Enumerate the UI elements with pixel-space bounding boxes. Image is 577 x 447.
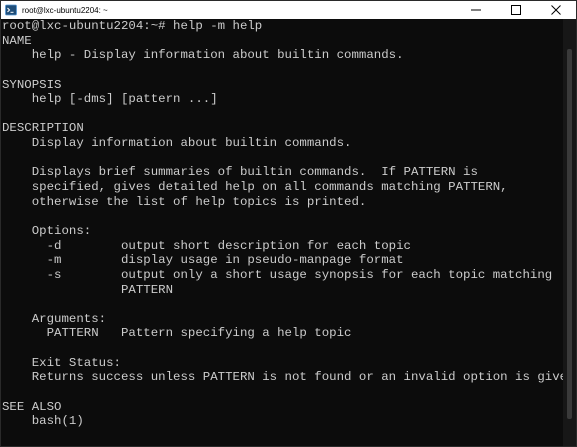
terminal-output[interactable]: root@lxc-ubuntu2204:~# help -m help NAME… <box>1 19 565 446</box>
terminal-line: PATTERN Pattern specifying a help topic <box>2 326 352 341</box>
close-icon <box>551 5 561 15</box>
scrollbar-thumb[interactable] <box>567 49 572 419</box>
terminal-line: Returns success unless PATTERN is not fo… <box>2 370 565 385</box>
title-bar[interactable]: root@lxc-ubuntu2204: ~ <box>1 1 576 19</box>
terminal-line: help - Display information about builtin… <box>2 48 404 63</box>
terminal-line: otherwise the list of help topics is pri… <box>2 194 367 209</box>
terminal-line: -m display usage in pseudo-manpage forma… <box>2 253 404 268</box>
terminal-line: DESCRIPTION <box>2 121 84 136</box>
maximize-icon <box>511 5 521 15</box>
vertical-scrollbar[interactable] <box>563 19 576 446</box>
terminal-line: help [-dms] [pattern ...] <box>2 92 218 107</box>
terminal-line: Exit Status: <box>2 355 121 370</box>
close-button[interactable] <box>536 1 576 19</box>
minimize-icon <box>471 9 481 11</box>
terminal-line: NAME <box>2 33 32 48</box>
terminal-line: Arguments: <box>2 311 107 326</box>
terminal-line: Options: <box>2 223 92 238</box>
terminal-line: Displays brief summaries of builtin comm… <box>2 165 478 180</box>
terminal-line: bash(1) <box>2 414 84 429</box>
terminal-line: Display information about builtin comman… <box>2 136 352 151</box>
terminal-line: specified, gives detailed help on all co… <box>2 180 508 195</box>
terminal-line: -d output short description for each top… <box>2 238 411 253</box>
maximize-button[interactable] <box>496 1 536 19</box>
terminal-line: PATTERN <box>2 282 174 297</box>
terminal-line: SEE ALSO <box>2 399 62 414</box>
minimize-button[interactable] <box>456 1 496 19</box>
terminal-line-prompt: root@lxc-ubuntu2204:~# help -m help <box>2 19 263 33</box>
window-title: root@lxc-ubuntu2204: ~ <box>22 5 108 15</box>
terminal-line: SYNOPSIS <box>2 77 62 92</box>
terminal-line: -s output only a short usage synopsis fo… <box>2 267 553 282</box>
terminal-window: root@lxc-ubuntu2204: ~ root@lxc-ubuntu22… <box>0 0 577 447</box>
terminal-app-icon[interactable] <box>5 4 17 16</box>
